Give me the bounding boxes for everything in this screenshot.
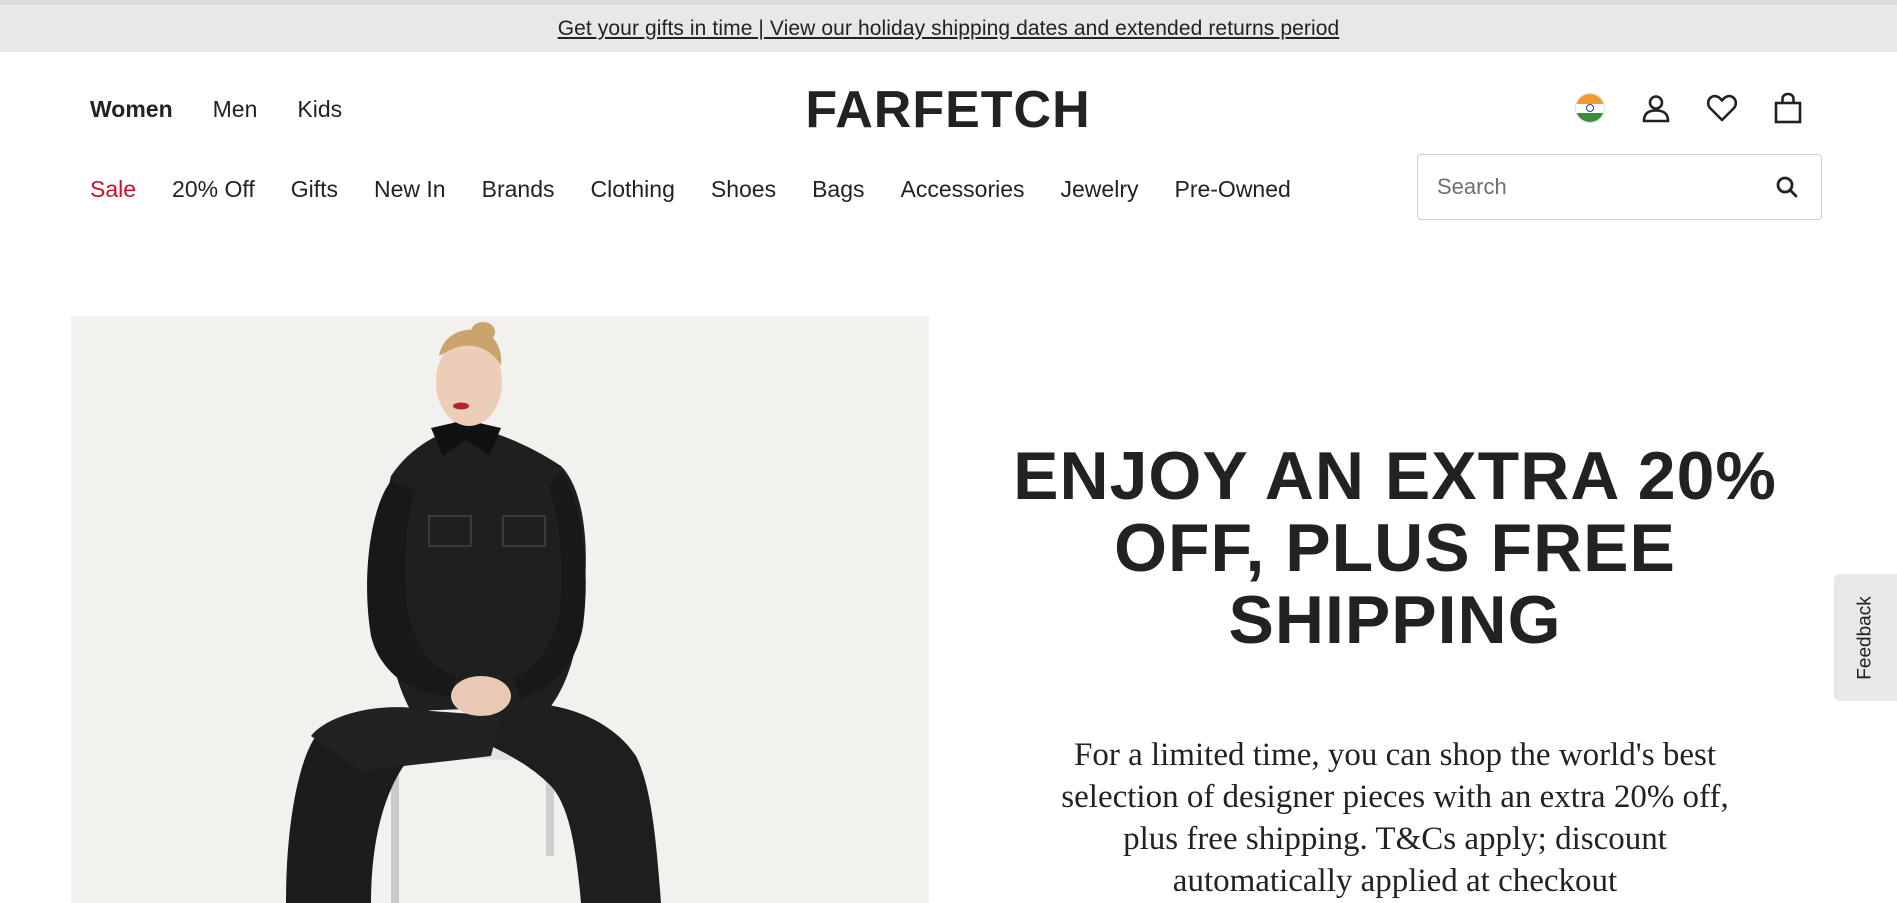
nav-item-jewelry[interactable]: Jewelry <box>1061 176 1139 203</box>
account-button[interactable] <box>1640 92 1672 124</box>
feedback-tab[interactable]: Feedback <box>1834 574 1897 701</box>
brand-logo[interactable]: FARFETCH <box>794 82 1102 138</box>
header-icons <box>1574 92 1804 124</box>
department-tabs: Women Men Kids <box>90 96 342 123</box>
feedback-label: Feedback <box>1854 595 1876 680</box>
promo-headline: ENJOY AN EXTRA 20% OFF, PLUS FREE SHIPPI… <box>1013 438 1777 658</box>
search-button[interactable] <box>1775 175 1801 201</box>
category-nav: Sale 20% Off Gifts New In Brands Clothin… <box>90 176 1327 203</box>
nav-item-gifts[interactable]: Gifts <box>291 176 338 203</box>
announcement-link[interactable]: Get your gifts in time | View our holida… <box>558 17 1340 41</box>
hero-image[interactable] <box>71 316 929 903</box>
model-photo <box>71 316 929 903</box>
nav-item-pre-owned[interactable]: Pre-Owned <box>1174 176 1290 203</box>
wishlist-heart-icon <box>1706 94 1738 122</box>
india-flag-icon <box>1575 93 1605 123</box>
search-input[interactable] <box>1437 174 1767 200</box>
country-selector-button[interactable] <box>1574 92 1606 124</box>
search-icon <box>1776 176 1798 198</box>
nav-item-accessories[interactable]: Accessories <box>901 176 1025 203</box>
nav-item-clothing[interactable]: Clothing <box>590 176 674 203</box>
promo-panel: ENJOY AN EXTRA 20% OFF, PLUS FREE SHIPPI… <box>1000 440 1790 902</box>
nav-item-shoes[interactable]: Shoes <box>711 176 776 203</box>
nav-item-sale[interactable]: Sale <box>90 176 136 203</box>
promo-description: For a limited time, you can shop the wor… <box>1061 737 1729 899</box>
department-tab-kids[interactable]: Kids <box>297 96 342 123</box>
department-tab-women[interactable]: Women <box>90 96 173 123</box>
nav-item-brands[interactable]: Brands <box>482 176 555 203</box>
search-box <box>1417 154 1822 220</box>
wishlist-button[interactable] <box>1706 92 1738 124</box>
announcement-bar: Get your gifts in time | View our holida… <box>0 0 1897 52</box>
shopping-bag-button[interactable] <box>1772 92 1804 124</box>
nav-item-20-off[interactable]: 20% Off <box>172 176 255 203</box>
account-icon <box>1642 95 1670 123</box>
nav-item-bags[interactable]: Bags <box>812 176 864 203</box>
nav-item-new-in[interactable]: New In <box>374 176 446 203</box>
department-tab-men[interactable]: Men <box>213 96 258 123</box>
shopping-bag-icon <box>1774 92 1802 124</box>
